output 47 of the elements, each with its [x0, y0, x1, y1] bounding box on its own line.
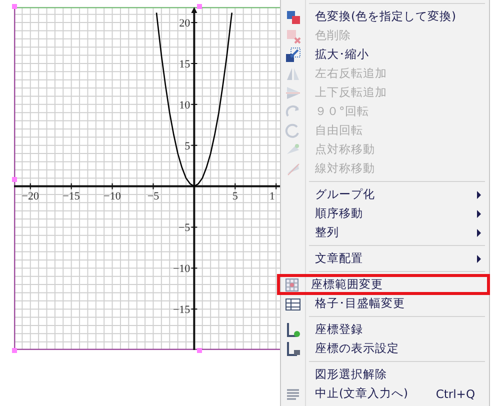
submenu-arrow-icon: [477, 254, 481, 262]
resize-icon: [285, 46, 301, 62]
axes-register-icon: [285, 322, 301, 338]
grid-range-icon: [284, 276, 300, 292]
shortcut-text: Ctrl+Q: [436, 386, 475, 400]
rotate-icon: [285, 122, 301, 138]
submenu-arrow-icon: [477, 228, 481, 236]
y-tick-label: 10: [179, 99, 190, 112]
y-tick-label: −10: [172, 263, 190, 276]
menu-item[interactable]: 拡大･縮小: [281, 45, 489, 64]
menu-item[interactable]: 整列: [281, 223, 489, 242]
color-swap-icon: [285, 8, 301, 24]
x-tick-label: −5: [147, 190, 160, 202]
axes-settings-icon: [285, 340, 301, 356]
rotate-icon: [285, 104, 301, 120]
x-tick-label: 5: [232, 190, 238, 202]
selection-handle[interactable]: [197, 348, 202, 353]
menu-item[interactable]: 座標の表示設定: [281, 339, 489, 358]
x-tick-label: −15: [62, 190, 80, 202]
menu-item[interactable]: 文章配置: [281, 249, 489, 268]
selection-handle[interactable]: [12, 348, 17, 353]
line-symmetry-icon: [285, 160, 301, 176]
y-tick-label: −15: [172, 304, 190, 316]
mirror-horizontal-icon: [285, 66, 301, 82]
x-tick-label: −20: [22, 190, 39, 202]
menu-item[interactable]: 座標範囲変更: [277, 274, 490, 295]
selection-handle[interactable]: [12, 4, 17, 9]
y-tick-label: 20: [179, 18, 190, 30]
menu-item[interactable]: 中止(文章入力へ) Ctrl+Q: [281, 384, 489, 403]
x-tick-label: −10: [104, 190, 121, 202]
x-tick-label: 1: [269, 190, 275, 202]
color-delete-icon: [285, 28, 301, 44]
submenu-arrow-icon: [477, 210, 481, 218]
selection-handle[interactable]: [197, 4, 202, 9]
y-tick-label: −5: [178, 222, 190, 234]
y-tick-label: 5: [184, 140, 190, 152]
menu-item[interactable]: グループ化: [281, 185, 489, 204]
submenu-arrow-icon: [477, 190, 481, 198]
menu-item[interactable]: 座標登録: [281, 320, 489, 339]
menu-item[interactable]: 色変換(色を指定して変換): [281, 7, 489, 26]
grid-icon: [285, 296, 301, 312]
selection-handle[interactable]: [12, 177, 17, 182]
menu-item[interactable]: 格子･目盛幅変更: [281, 294, 489, 313]
menu-item[interactable]: 順序移動: [281, 204, 489, 223]
mirror-vertical-icon: [285, 84, 301, 100]
y-tick-label: 15: [179, 58, 190, 70]
menu-item[interactable]: 図形選択解除: [281, 365, 489, 384]
